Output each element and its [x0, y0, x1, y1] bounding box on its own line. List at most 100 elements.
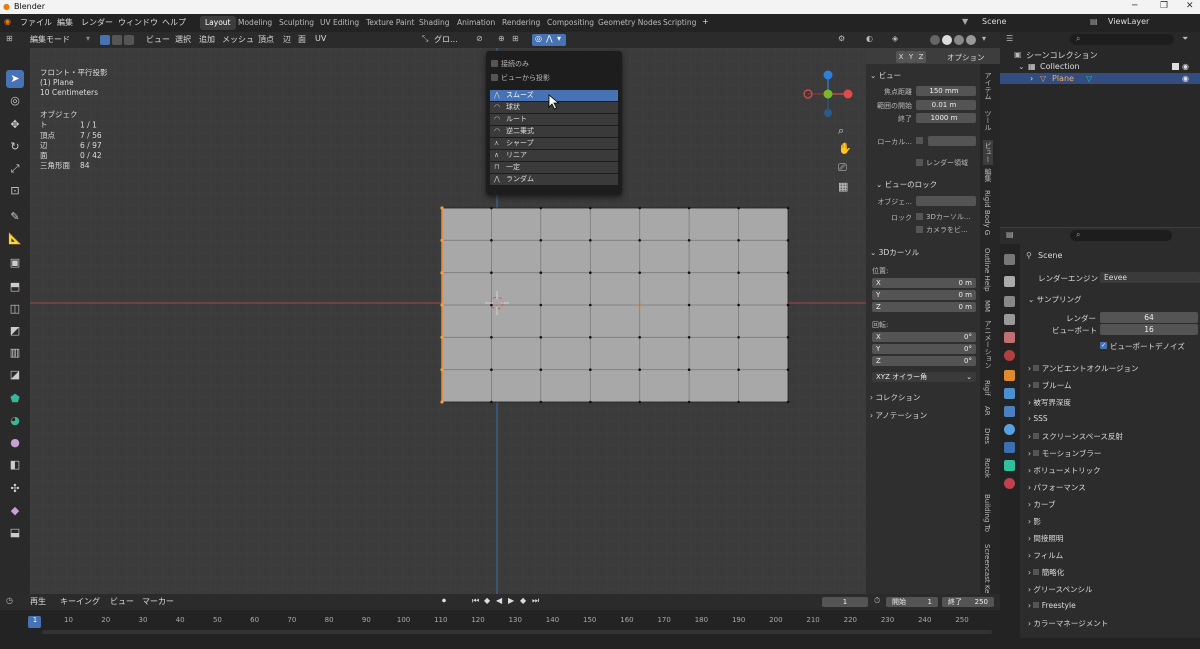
expand-plane-icon[interactable]: ›: [1030, 74, 1033, 83]
menu-help[interactable]: ヘルプ: [162, 17, 186, 28]
collection-panel-header[interactable]: › コレクション: [870, 392, 920, 403]
tab-uv-editing[interactable]: UV Editing: [315, 16, 364, 30]
xray-icon[interactable]: ◈: [892, 34, 898, 43]
timeline-editor-icon[interactable]: ◷: [6, 596, 13, 605]
tab-scripting[interactable]: Scripting: [658, 16, 701, 30]
shading-options-chevron-icon[interactable]: ▾: [982, 34, 986, 43]
perspective-toggle-icon[interactable]: ▦: [838, 180, 848, 193]
tab-geometry-nodes[interactable]: Geometry Nodes: [593, 16, 666, 30]
face-select-icon[interactable]: [124, 35, 134, 45]
section-ambient-occlusion[interactable]: › アンビエントオクルージョン: [1028, 363, 1138, 374]
edge-slide-tool-icon[interactable]: ◧: [6, 456, 24, 474]
particles-props-icon[interactable]: [1004, 406, 1015, 417]
header-menu-uv[interactable]: UV: [315, 34, 326, 43]
expand-collection-icon[interactable]: ⌄: [1018, 62, 1025, 71]
transform-tool-icon[interactable]: ⊡: [6, 182, 24, 200]
falloff-sharp[interactable]: ⋏ シャープ: [490, 138, 618, 149]
shading-rendered-icon[interactable]: [966, 35, 976, 45]
header-menu-vertex[interactable]: 頂点: [258, 34, 274, 45]
menu-file[interactable]: ファイル: [20, 17, 52, 28]
tab-sculpting[interactable]: Sculpting: [274, 16, 319, 30]
zoom-icon[interactable]: ⌕: [838, 124, 844, 138]
options-dropdown[interactable]: オプション: [944, 51, 988, 64]
overlay-icon[interactable]: ◐: [866, 34, 873, 43]
extrude-tool-icon[interactable]: ⬒: [6, 278, 24, 296]
view-layer-name[interactable]: ViewLayer: [1108, 17, 1149, 26]
transform-orientation-select[interactable]: グロ...: [434, 34, 458, 45]
blender-menu-icon[interactable]: ◉: [4, 17, 11, 26]
tab-edit[interactable]: 編集: [983, 168, 993, 182]
section-film[interactable]: › フィルム: [1028, 550, 1063, 561]
clip-start-field[interactable]: 0.01 m: [916, 100, 976, 110]
view-layer-props-icon[interactable]: [1004, 314, 1015, 325]
axis-y-button[interactable]: Y: [906, 51, 916, 63]
filter-icon[interactable]: ⏷: [1182, 34, 1188, 44]
rip-tool-icon[interactable]: ⬓: [6, 524, 24, 542]
section-performance[interactable]: › パフォーマンス: [1028, 482, 1086, 493]
plane-object-label[interactable]: Plane: [1052, 74, 1074, 83]
section-shadows[interactable]: › 影: [1028, 516, 1041, 527]
navigation-gizmo[interactable]: [798, 68, 858, 118]
scene-collection-label[interactable]: シーンコレクション: [1026, 50, 1098, 61]
tab-rigid-body[interactable]: Rigid Body G: [983, 190, 991, 235]
render-samples-field[interactable]: 64: [1100, 312, 1198, 323]
constraints-props-icon[interactable]: [1004, 442, 1015, 453]
render-engine-select[interactable]: Eevee: [1100, 272, 1200, 283]
viewport-denoise-checkbox[interactable]: ✓: [1100, 342, 1107, 349]
section-bloom[interactable]: › ブルーム: [1028, 380, 1072, 391]
prev-keyframe-icon[interactable]: ◆: [484, 596, 490, 605]
sampling-panel-header[interactable]: ⌄ サンプリング: [1028, 294, 1081, 305]
select-box-tool-icon[interactable]: ➤: [6, 70, 24, 88]
camera-view-icon[interactable]: ⎚: [838, 161, 847, 175]
lock-3d-cursor-checkbox[interactable]: [916, 213, 923, 220]
rotation-mode-select[interactable]: XYZ オイラー角 ⌄: [872, 372, 976, 382]
falloff-random[interactable]: ⋀ ランダム: [490, 174, 618, 185]
close-icon[interactable]: ✕: [1186, 1, 1194, 11]
record-icon[interactable]: ⏺: [442, 596, 446, 606]
header-menu-edge[interactable]: 辺: [283, 34, 291, 45]
tab-layout[interactable]: Layout: [200, 16, 236, 30]
jump-end-icon[interactable]: ⏭: [532, 596, 539, 606]
tab-outline-help[interactable]: Outline Help: [983, 248, 991, 292]
annotate-tool-icon[interactable]: ✎: [6, 208, 24, 226]
menu-render[interactable]: レンダー: [81, 17, 113, 28]
projected-option[interactable]: ビューから投影: [491, 73, 550, 83]
scale-tool-icon[interactable]: ⤢: [6, 160, 24, 178]
section-screen-space-reflections[interactable]: › スクリーンスペース反射: [1028, 431, 1123, 442]
view-lock-header[interactable]: ⌄ ビューのロック: [876, 179, 937, 190]
tool-props-icon[interactable]: [1004, 254, 1015, 265]
tab-modeling[interactable]: Modeling: [233, 16, 277, 30]
annotation-panel-header[interactable]: › アノテーション: [870, 410, 927, 421]
section-sss[interactable]: › SSS: [1028, 414, 1048, 423]
editor-type-icon[interactable]: ⊞: [6, 34, 13, 43]
vertex-select-icon[interactable]: [100, 35, 110, 45]
pan-hand-icon[interactable]: ✋: [838, 142, 852, 155]
3d-cursor-header[interactable]: ⌄ 3Dカーソル: [870, 247, 919, 258]
tab-view[interactable]: ビュー: [983, 140, 993, 165]
cursor-rotation-z[interactable]: Z 0°: [872, 356, 976, 366]
maximize-icon[interactable]: ❐: [1160, 1, 1168, 11]
shading-wireframe-icon[interactable]: [930, 35, 940, 45]
tab-building-tools[interactable]: Building To: [983, 494, 991, 532]
show-gizmo-icon[interactable]: ⚙: [838, 34, 845, 43]
measure-tool-icon[interactable]: 📐: [6, 230, 24, 248]
falloff-linear[interactable]: ∧ リニア: [490, 150, 618, 161]
current-frame-field[interactable]: 1: [822, 597, 868, 607]
knife-tool-icon[interactable]: ◪: [6, 366, 24, 384]
menu-edit[interactable]: 編集: [57, 17, 73, 28]
plane-visibility-eye-icon[interactable]: ◉: [1182, 74, 1189, 83]
play-reverse-icon[interactable]: ◀: [496, 596, 502, 605]
viewport-samples-field[interactable]: 16: [1100, 324, 1198, 335]
tab-tool[interactable]: ツール: [983, 110, 993, 131]
header-menu-add[interactable]: 追加: [199, 34, 215, 45]
local-camera-checkbox[interactable]: [916, 137, 923, 144]
minimize-icon[interactable]: ─: [1132, 1, 1137, 11]
timeline-menu-marker[interactable]: マーカー: [142, 596, 174, 607]
frame-end-field[interactable]: 終了 250: [942, 597, 994, 607]
axis-x-button[interactable]: X: [896, 51, 906, 63]
tab-shading[interactable]: Shading: [414, 16, 454, 30]
tab-rendering[interactable]: Rendering: [497, 16, 545, 30]
camera-to-view-checkbox[interactable]: [916, 226, 923, 233]
header-menu-select[interactable]: 選択: [175, 34, 191, 45]
next-keyframe-icon[interactable]: ◆: [520, 596, 526, 605]
